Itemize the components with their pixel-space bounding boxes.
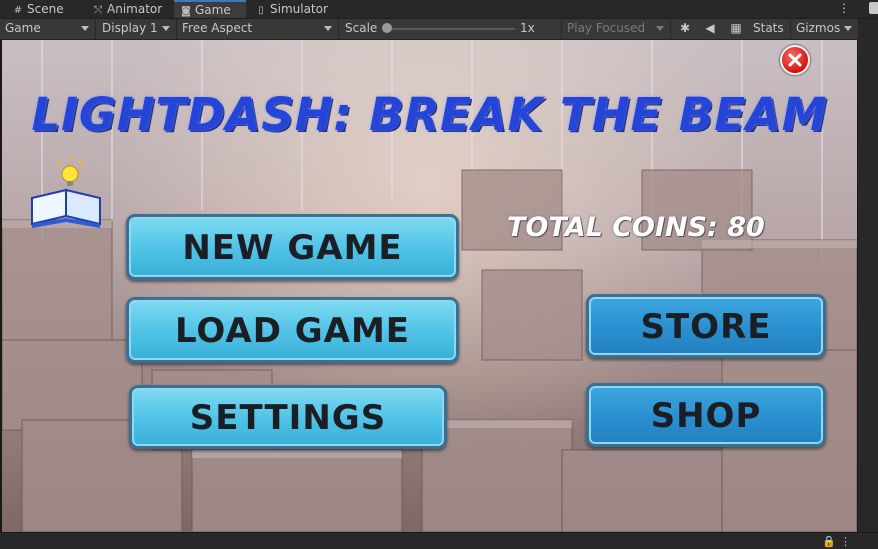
stats-button[interactable]: Stats xyxy=(753,19,784,39)
more-options-icon[interactable]: ⋮ xyxy=(838,1,850,15)
scale-label: Scale xyxy=(345,21,378,35)
chevron-down-icon xyxy=(162,26,170,31)
new-game-button[interactable]: NEW GAME xyxy=(126,214,459,280)
shop-button[interactable]: SHOP xyxy=(586,383,826,447)
tab-simulator[interactable]: ▯ Simulator xyxy=(249,0,335,18)
settings-label: SETTINGS xyxy=(189,398,387,438)
display-dropdown[interactable]: Display 1 xyxy=(97,19,177,39)
play-mode-dropdown[interactable]: Play Focused xyxy=(561,19,671,39)
gizmos-dropdown[interactable]: Gizmos xyxy=(790,19,858,39)
load-game-button[interactable]: LOAD GAME xyxy=(126,297,459,363)
total-coins-label: TOTAL COINS: 80 xyxy=(507,212,765,243)
tab-game[interactable]: ◙ Game xyxy=(174,0,246,18)
editor-tab-bar: # Scene ⤲ Animator ◙ Game ▯ Simulator ⋮ xyxy=(0,0,878,19)
more-options-icon[interactable]: ⋮ xyxy=(840,535,851,548)
view-mode-dropdown[interactable]: Game xyxy=(0,19,96,39)
tab-scene-label: Scene xyxy=(27,2,64,16)
tab-animator[interactable]: ⤲ Animator xyxy=(86,0,172,18)
animator-icon: ⤲ xyxy=(94,5,102,16)
device-icon: ▯ xyxy=(258,5,264,16)
game-title: LIGHTDASH: BREAK THE BEAM xyxy=(31,88,828,141)
chevron-down-icon xyxy=(81,26,89,31)
store-button[interactable]: STORE xyxy=(586,294,826,358)
gamepad-icon: ◙ xyxy=(181,6,191,17)
aspect-value: Free Aspect xyxy=(182,21,253,35)
close-icon xyxy=(788,53,802,67)
scale-slider-track[interactable] xyxy=(387,28,515,30)
game-view[interactable]: LIGHTDASH: BREAK THE BEAM TOTAL COINS: 8… xyxy=(2,40,857,532)
gizmos-label: Gizmos xyxy=(796,21,841,35)
grid-icon: # xyxy=(13,5,23,16)
tab-animator-label: Animator xyxy=(107,2,163,16)
bug-icon[interactable]: ✱ xyxy=(674,19,696,39)
tab-scene[interactable]: # Scene xyxy=(6,0,86,18)
tab-game-label: Game xyxy=(195,3,231,17)
lock-icon[interactable]: 🔒 xyxy=(822,535,836,548)
new-game-label: NEW GAME xyxy=(182,228,403,268)
play-mode-value: Play Focused xyxy=(567,21,646,35)
aspect-dropdown[interactable]: Free Aspect xyxy=(177,19,339,39)
game-view-toolbar: Game Display 1 Free Aspect Scale 1x Play… xyxy=(0,19,858,40)
chevron-down-icon xyxy=(656,26,664,31)
close-button[interactable] xyxy=(780,45,810,75)
store-label: STORE xyxy=(640,307,772,347)
keyboard-icon[interactable]: ▦ xyxy=(725,19,747,39)
chevron-down-icon xyxy=(844,26,852,31)
view-mode-value: Game xyxy=(5,21,41,35)
load-game-label: LOAD GAME xyxy=(174,311,411,351)
chevron-down-icon xyxy=(324,26,332,31)
right-panel-gutter xyxy=(858,19,878,532)
speaker-icon[interactable]: ◀ xyxy=(699,19,721,39)
info-icon[interactable] xyxy=(869,2,878,14)
status-bar: 🔒 ⋮ xyxy=(0,532,878,549)
scale-value: 1x xyxy=(520,21,535,35)
book-lightbulb-icon xyxy=(31,157,101,228)
scale-slider-handle[interactable] xyxy=(382,23,392,33)
settings-button[interactable]: SETTINGS xyxy=(129,385,447,449)
display-value: Display 1 xyxy=(102,21,158,35)
shop-label: SHOP xyxy=(650,396,762,436)
tab-simulator-label: Simulator xyxy=(270,2,328,16)
